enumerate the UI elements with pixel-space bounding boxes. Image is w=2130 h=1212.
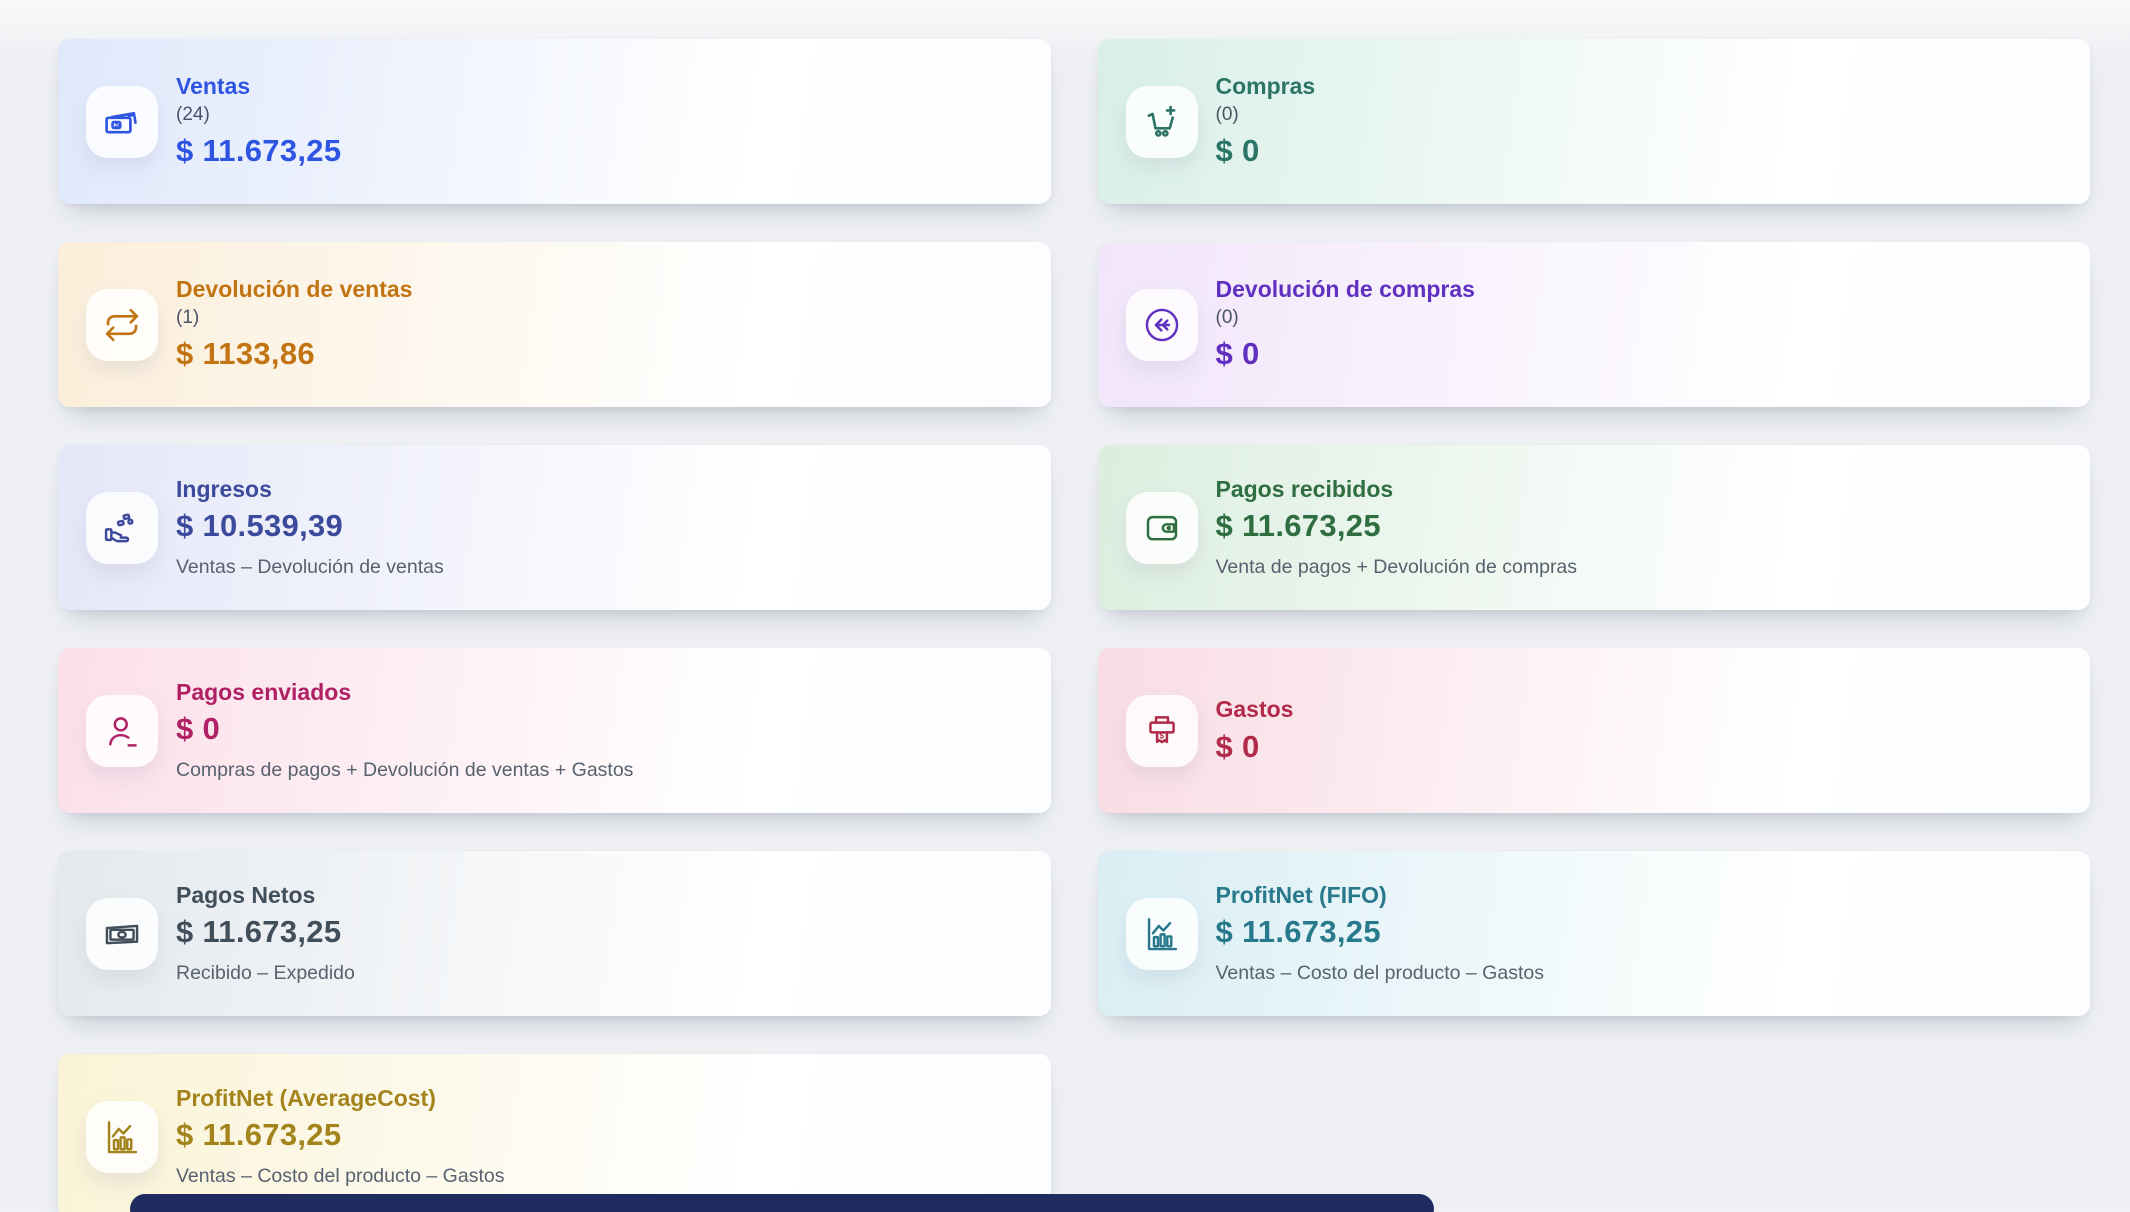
card-ingresos: Ingresos $ 10.539,39 Ventas – Devolución…	[58, 445, 1051, 610]
card-title: Devolución de compras	[1216, 275, 1475, 304]
card-subtitle: Ventas – Devolución de ventas	[176, 554, 444, 580]
banknote-icon	[86, 898, 158, 970]
card-title: Ingresos	[176, 475, 444, 504]
card-count: (24)	[176, 102, 341, 129]
expense-receipt-icon: $	[1126, 695, 1198, 767]
wallet-icon	[1126, 492, 1198, 564]
card-title: ProfitNet (AverageCost)	[176, 1084, 504, 1113]
card-title: Devolución de ventas	[176, 275, 412, 304]
card-value: $ 0	[1216, 728, 1294, 767]
chart-bar-icon	[1126, 898, 1198, 970]
card-devolucion-ventas: Devolución de ventas (1) $ 1133,86	[58, 242, 1051, 407]
card-title: Gastos	[1216, 695, 1294, 724]
chart-bar-icon	[86, 1101, 158, 1173]
card-value: $ 11.673,25	[1216, 507, 1578, 546]
repeat-arrows-icon	[86, 289, 158, 361]
card-value: $ 0	[176, 710, 633, 749]
user-minus-icon	[86, 695, 158, 767]
card-value: $ 1133,86	[176, 335, 412, 374]
card-value: $ 11.673,25	[176, 132, 341, 171]
card-content: Gastos $ 0	[1216, 695, 1294, 767]
card-pagos-enviados: Pagos enviados $ 0 Compras de pagos + De…	[58, 648, 1051, 813]
card-content: Pagos recibidos $ 11.673,25 Venta de pag…	[1216, 475, 1578, 581]
card-content: Pagos enviados $ 0 Compras de pagos + De…	[176, 678, 633, 784]
card-profitnet-fifo: ProfitNet (FIFO) $ 11.673,25 Ventas – Co…	[1098, 851, 2091, 1016]
card-value: $ 10.539,39	[176, 507, 444, 546]
svg-text:$: $	[1159, 731, 1164, 740]
stats-card-grid: $ Ventas (24) $ 11.673,25 Compras (0) $ …	[0, 0, 2130, 1212]
card-title: Ventas	[176, 72, 341, 101]
card-pagos-netos: Pagos Netos $ 11.673,25 Recibido – Exped…	[58, 851, 1051, 1016]
card-title: Pagos recibidos	[1216, 475, 1578, 504]
hand-coins-icon	[86, 492, 158, 564]
card-content: Devolución de ventas (1) $ 1133,86	[176, 275, 412, 374]
card-title: Pagos enviados	[176, 678, 633, 707]
card-subtitle: Compras de pagos + Devolución de ventas …	[176, 757, 633, 783]
card-value: $ 11.673,25	[176, 913, 355, 952]
card-value: $ 0	[1216, 132, 1316, 171]
svg-text:$: $	[114, 120, 119, 129]
dark-panel-top-edge	[130, 1194, 1434, 1212]
card-content: Ventas (24) $ 11.673,25	[176, 72, 341, 171]
card-content: Ingresos $ 10.539,39 Ventas – Devolución…	[176, 475, 444, 581]
card-content: ProfitNet (AverageCost) $ 11.673,25 Vent…	[176, 1084, 504, 1190]
card-content: Pagos Netos $ 11.673,25 Recibido – Exped…	[176, 881, 355, 987]
card-value: $ 0	[1216, 335, 1475, 374]
return-circle-icon	[1126, 289, 1198, 361]
card-content: ProfitNet (FIFO) $ 11.673,25 Ventas – Co…	[1216, 881, 1544, 987]
card-value: $ 11.673,25	[176, 1116, 504, 1155]
card-profitnet-averagecost: ProfitNet (AverageCost) $ 11.673,25 Vent…	[58, 1054, 1051, 1212]
card-pagos-recibidos: Pagos recibidos $ 11.673,25 Venta de pag…	[1098, 445, 2091, 610]
card-title: ProfitNet (FIFO)	[1216, 881, 1544, 910]
card-content: Compras (0) $ 0	[1216, 72, 1316, 171]
card-count: (1)	[176, 305, 412, 332]
card-value: $ 11.673,25	[1216, 913, 1544, 952]
card-title: Compras	[1216, 72, 1316, 101]
card-content: Devolución de compras (0) $ 0	[1216, 275, 1475, 374]
card-title: Pagos Netos	[176, 881, 355, 910]
card-subtitle: Ventas – Costo del producto – Gastos	[176, 1163, 504, 1189]
card-subtitle: Ventas – Costo del producto – Gastos	[1216, 960, 1544, 986]
card-count: (0)	[1216, 305, 1475, 332]
cart-plus-icon	[1126, 86, 1198, 158]
card-count: (0)	[1216, 102, 1316, 129]
banknotes-icon: $	[86, 86, 158, 158]
card-ventas: $ Ventas (24) $ 11.673,25	[58, 39, 1051, 204]
card-compras: Compras (0) $ 0	[1098, 39, 2091, 204]
card-devolucion-compras: Devolución de compras (0) $ 0	[1098, 242, 2091, 407]
card-subtitle: Venta de pagos + Devolución de compras	[1216, 554, 1578, 580]
card-gastos: $ Gastos $ 0	[1098, 648, 2091, 813]
card-subtitle: Recibido – Expedido	[176, 960, 355, 986]
